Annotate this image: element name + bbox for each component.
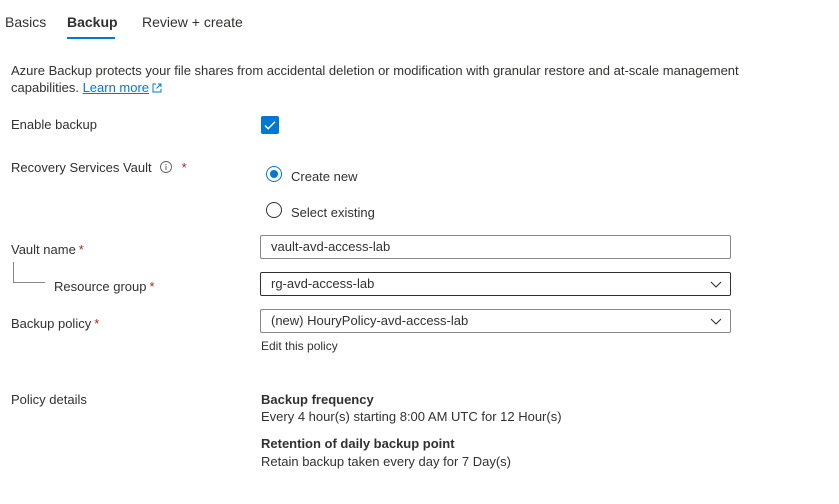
checkmark-icon [264,121,276,130]
edit-policy-link[interactable]: Edit this policy [261,339,338,353]
recovery-vault-label-text: Recovery Services Vault [11,160,152,175]
backup-description: Azure Backup protects your file shares f… [11,62,771,96]
tree-connector-vertical [13,262,14,283]
select-existing-label[interactable]: Select existing [291,205,375,220]
required-mark: * [94,316,100,331]
backup-policy-dropdown[interactable]: (new) HouryPolicy-avd-access-lab [260,309,731,333]
required-mark: * [181,160,187,175]
required-mark: * [149,279,155,294]
retention-title: Retention of daily backup point [261,436,455,451]
tab-basics[interactable]: Basics [5,14,46,30]
backup-policy-value: (new) HouryPolicy-avd-access-lab [271,313,469,328]
vault-name-input[interactable]: vault-avd-access-lab [260,235,731,259]
retention-text: Retain backup taken every day for 7 Day(… [261,454,512,469]
select-existing-radio[interactable] [266,202,282,218]
backup-frequency-title: Backup frequency [261,392,374,407]
resource-group-label: Resource group * [54,279,155,294]
chevron-down-icon [710,281,722,288]
policy-details-label: Policy details [11,392,87,407]
active-tab-indicator [67,37,115,39]
resource-group-value: rg-avd-access-lab [271,276,375,291]
enable-backup-checkbox[interactable] [261,116,279,134]
backup-policy-label-text: Backup policy [11,316,92,331]
tree-connector-horizontal [13,282,45,283]
required-mark: * [78,242,84,257]
tab-review-create[interactable]: Review + create [142,14,243,30]
external-link-icon [152,83,162,93]
backup-policy-label: Backup policy * [11,316,99,331]
create-new-radio[interactable] [266,166,282,182]
backup-frequency-text: Every 4 hour(s) starting 8:00 AM UTC for… [261,409,562,424]
vault-name-label-text: Vault name [11,242,76,257]
tab-backup[interactable]: Backup [67,14,118,30]
enable-backup-label: Enable backup [11,117,98,132]
chevron-down-icon [710,318,722,325]
create-new-label[interactable]: Create new [291,169,357,184]
learn-more-link[interactable]: Learn more [83,80,149,95]
info-icon[interactable] [159,161,172,173]
resource-group-label-text: Resource group [54,279,147,294]
vault-name-label: Vault name * [11,242,84,257]
recovery-vault-label: Recovery Services Vault * [11,160,187,175]
resource-group-dropdown[interactable]: rg-avd-access-lab [260,272,731,296]
